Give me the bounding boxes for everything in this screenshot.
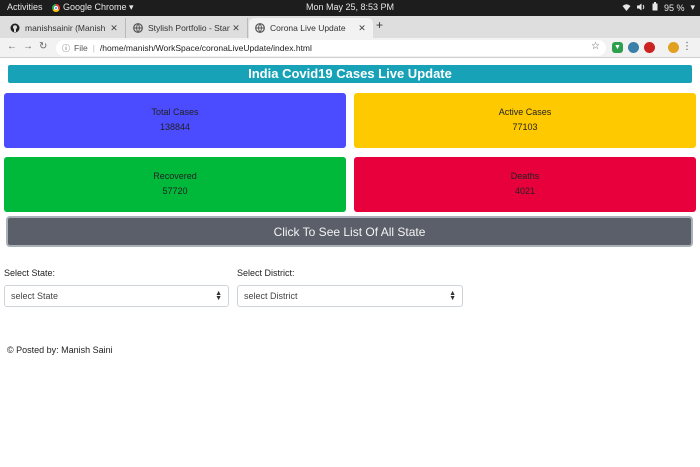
wifi-icon	[622, 3, 631, 13]
github-icon	[10, 23, 20, 33]
tab-corona-live-update[interactable]: Corona Live Update ✕	[249, 18, 373, 38]
system-top-bar: Activities Google Chrome ▾ Mon May 25, 8…	[0, 0, 700, 16]
district-select[interactable]: select District ▲ ▼	[237, 285, 463, 307]
address-separator: |	[92, 43, 95, 53]
state-select-value: select State	[11, 291, 59, 301]
battery-icon	[652, 2, 658, 13]
state-select-label: Select State:	[4, 268, 56, 278]
status-area[interactable]: 95 % ▾	[622, 2, 695, 13]
system-menu-chevron-icon: ▾	[690, 2, 695, 12]
info-icon[interactable]: ⓘ	[62, 43, 70, 54]
new-tab-button[interactable]: +	[376, 18, 383, 32]
clock[interactable]: Mon May 25, 8:53 PM	[0, 2, 700, 12]
address-bar[interactable]: ⓘ File | /home/manish/WorkSpace/coronaLi…	[56, 40, 606, 56]
close-icon[interactable]: ✕	[108, 23, 120, 34]
select-arrows-icon: ▲ ▼	[449, 290, 456, 302]
footer-credit: © Posted by: Manish Saini	[7, 345, 113, 355]
active-cases-value: 77103	[512, 122, 538, 132]
globe-icon	[133, 23, 143, 33]
tab-title: Corona Live Update	[270, 23, 346, 33]
deaths-card: Deaths 4021	[354, 157, 696, 212]
active-cases-label: Active Cases	[498, 107, 552, 117]
page-title: India Covid19 Cases Live Update	[8, 65, 692, 83]
state-select[interactable]: select State ▲ ▼	[4, 285, 229, 307]
record-extension-icon[interactable]	[644, 42, 655, 53]
tab-title: manishsainir (Manish Saini)	[25, 23, 108, 33]
deaths-label: Deaths	[510, 171, 540, 181]
close-icon[interactable]: ✕	[356, 23, 368, 34]
browser-menu-icon[interactable]: ⋮	[682, 41, 692, 52]
tab-stylish-portfolio[interactable]: Stylish Portfolio - Start Bootstrap ✕	[127, 18, 248, 38]
bookmark-star-icon[interactable]: ☆	[591, 41, 600, 52]
forward-arrow-icon[interactable]: →	[23, 41, 33, 52]
globe-icon	[255, 23, 265, 33]
url-text[interactable]: /home/manish/WorkSpace/coronaLiveUpdate/…	[100, 43, 312, 53]
volume-icon	[636, 3, 646, 13]
tab-github[interactable]: manishsainir (Manish Saini) ✕	[4, 18, 126, 38]
district-select-label: Select District:	[237, 268, 295, 278]
battery-level: 95 %	[663, 2, 685, 13]
scheme-label: File	[74, 43, 88, 53]
recovered-value: 57720	[162, 186, 188, 196]
cloud-extension-icon[interactable]	[628, 42, 639, 53]
browser-toolbar: ← → ↻ ⓘ File | /home/manish/WorkSpace/co…	[0, 38, 700, 58]
deaths-value: 4021	[514, 186, 536, 196]
close-icon[interactable]: ✕	[230, 23, 242, 34]
shield-extension-icon[interactable]: ▼	[612, 42, 623, 53]
page-content: India Covid19 Cases Live Update Total Ca…	[0, 59, 700, 467]
active-cases-card: Active Cases 77103	[354, 93, 696, 148]
recovered-card: Recovered 57720	[4, 157, 346, 212]
reload-icon[interactable]: ↻	[39, 41, 47, 52]
profile-avatar-icon[interactable]	[668, 42, 679, 53]
tab-title: Stylish Portfolio - Start Bootstrap	[148, 23, 230, 33]
tab-strip: manishsainir (Manish Saini) ✕ Stylish Po…	[0, 16, 700, 38]
district-select-value: select District	[244, 291, 298, 301]
recovered-label: Recovered	[153, 171, 197, 181]
select-arrows-icon: ▲ ▼	[215, 290, 222, 302]
total-cases-value: 138844	[159, 122, 191, 132]
total-cases-card: Total Cases 138844	[4, 93, 346, 148]
state-list-button[interactable]: Click To See List Of All State	[6, 216, 693, 247]
back-arrow-icon[interactable]: ←	[7, 41, 17, 52]
total-cases-label: Total Cases	[151, 107, 199, 117]
